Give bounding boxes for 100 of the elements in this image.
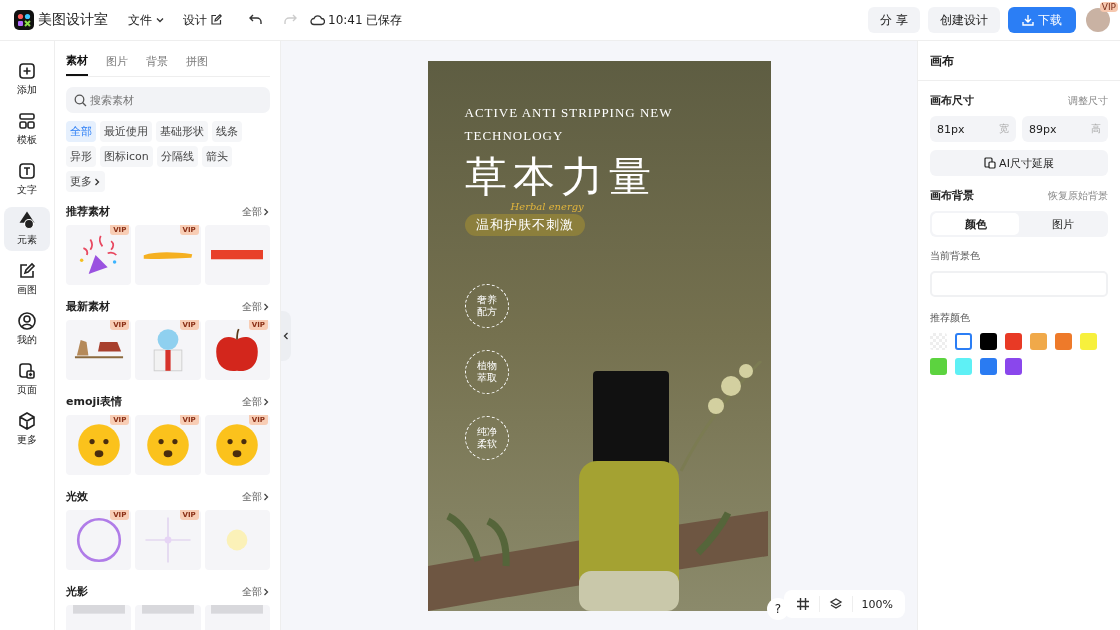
- script-text: Herbal energy: [510, 201, 585, 212]
- grid-icon[interactable]: [795, 597, 810, 611]
- restore-link[interactable]: 恢复原始背景: [1048, 188, 1108, 203]
- sparkle-drawing: [142, 514, 194, 566]
- poster-canvas[interactable]: ACTIVE ANTI STRIPPING NEW TECHNOLOGY 草本力量 Herbal energy 温和护肤不刺激 奢养 配方 植物 萃取 纯净 柔软: [427, 61, 771, 611]
- chevron-right-icon: [262, 206, 270, 217]
- view-all-link[interactable]: 全部: [242, 584, 270, 599]
- download-button[interactable]: 下载: [1008, 7, 1076, 33]
- stroke-drawing: [142, 249, 194, 261]
- poster-tagline: ACTIVE ANTI STRIPPING NEW TECHNOLOGY: [464, 104, 674, 145]
- plus-square-icon: [17, 61, 37, 81]
- section-title: 光影: [66, 584, 88, 599]
- cloud-icon: [310, 14, 325, 26]
- filter-chip[interactable]: 线条: [212, 121, 242, 142]
- color-swatch[interactable]: [1030, 333, 1047, 350]
- color-swatch[interactable]: [980, 333, 997, 350]
- collapse-handle[interactable]: [281, 311, 291, 361]
- chevron-right-icon: [93, 176, 101, 187]
- filter-chip[interactable]: 异形: [66, 146, 96, 167]
- search-icon: [74, 94, 87, 107]
- color-swatch[interactable]: [1005, 333, 1022, 350]
- color-swatch[interactable]: [1005, 358, 1022, 375]
- section-title: 最新素材: [66, 299, 110, 314]
- chevron-left-icon: [282, 331, 290, 341]
- ai-resize-button[interactable]: AI尺寸延展: [930, 150, 1108, 176]
- segment-tab[interactable]: 图片: [1019, 213, 1106, 235]
- width-field[interactable]: 81px 宽: [930, 116, 1016, 142]
- poster-pill: 温和护肤不刺激: [464, 214, 585, 236]
- chevron-right-icon: [262, 396, 270, 407]
- sidebar-item[interactable]: 添加: [4, 57, 50, 101]
- panel-tab[interactable]: 背景: [146, 49, 168, 76]
- panel-tab[interactable]: 素材: [66, 49, 88, 76]
- chevron-right-icon: [262, 301, 270, 312]
- asset-thumbnail[interactable]: [204, 225, 270, 285]
- chevron-down-icon: [155, 15, 165, 25]
- color-swatch[interactable]: [955, 358, 972, 375]
- vip-badge: VIP: [1099, 2, 1118, 12]
- search-field[interactable]: 搜索素材: [66, 87, 270, 113]
- user-icon: [17, 311, 37, 331]
- view-all-link[interactable]: 全部: [242, 489, 270, 504]
- save-status: 10:41 已保存: [328, 11, 403, 29]
- sidebar-item[interactable]: 更多: [4, 407, 50, 451]
- asset-thumbnail[interactable]: [204, 510, 270, 570]
- section-title: 光效: [66, 489, 88, 504]
- field-label: 当前背景色: [930, 249, 981, 263]
- poster-headline: 草本力量: [464, 151, 658, 203]
- height-field[interactable]: 89px 高: [1022, 116, 1108, 142]
- bar-drawing: [211, 250, 264, 260]
- sidebar-item[interactable]: 模板: [4, 107, 50, 151]
- text-icon: [17, 161, 37, 181]
- menu-button[interactable]: 文件: [128, 11, 165, 29]
- panel-tab[interactable]: 图片: [106, 49, 128, 76]
- layout-icon: [17, 111, 37, 131]
- menu-button[interactable]: 设计: [183, 11, 222, 29]
- filter-chip[interactable]: 最近使用: [100, 121, 152, 142]
- app-name: 美图设计室: [38, 11, 108, 29]
- resize-icon: [984, 157, 997, 169]
- panel-title: 画布: [918, 41, 1120, 81]
- shapes-icon: [17, 211, 37, 231]
- more-chip[interactable]: 更多: [66, 171, 105, 192]
- chevron-right-icon: [262, 586, 270, 597]
- download-icon: [1022, 14, 1034, 26]
- zoom-level[interactable]: 100%: [861, 597, 893, 611]
- section-title: 推荐素材: [66, 204, 110, 219]
- draw-icon: [17, 261, 37, 281]
- sidebar-item[interactable]: 文字: [4, 157, 50, 201]
- app-logo-icon: [14, 10, 34, 30]
- sidebar-item[interactable]: 页面: [4, 357, 50, 401]
- filter-chip[interactable]: 分隔线: [156, 146, 198, 167]
- sidebar-item[interactable]: 画图: [4, 257, 50, 301]
- shadow-drawing: [72, 605, 125, 614]
- shadow-drawing: [142, 605, 194, 614]
- view-all-link[interactable]: 全部: [242, 394, 270, 409]
- filter-chip[interactable]: 箭头: [201, 146, 232, 167]
- field-label: 推荐颜色: [930, 311, 971, 325]
- sidebar-item[interactable]: 元素: [4, 207, 50, 251]
- section-title: emoji表情: [66, 394, 123, 409]
- color-swatch[interactable]: [1080, 333, 1097, 350]
- chevron-right-icon: [262, 491, 270, 502]
- panel-tab[interactable]: 拼图: [186, 49, 208, 76]
- shadow-drawing: [211, 605, 264, 614]
- filter-chip[interactable]: 全部: [66, 121, 96, 142]
- filter-chip[interactable]: 基础形状: [156, 121, 208, 142]
- cube-icon: [17, 411, 37, 431]
- page-add-icon: [17, 361, 37, 381]
- resize-link[interactable]: 调整尺寸: [1068, 93, 1108, 108]
- view-all-link[interactable]: 全部: [242, 299, 270, 314]
- toolbar-button[interactable]: 创建设计: [928, 7, 1000, 33]
- view-all-link[interactable]: 全部: [242, 204, 270, 219]
- color-swatch[interactable]: [955, 333, 972, 350]
- color-swatch[interactable]: [1055, 333, 1072, 350]
- segment-tab[interactable]: 颜色: [932, 213, 1019, 235]
- color-swatch[interactable]: [980, 358, 997, 375]
- avatar[interactable]: [1086, 8, 1110, 32]
- toolbar-button[interactable]: 分 享: [868, 7, 920, 33]
- filter-chip[interactable]: 图标icon: [100, 146, 153, 167]
- sidebar-item[interactable]: 我的: [4, 307, 50, 351]
- sleigh-drawing: [72, 340, 125, 360]
- layers-icon[interactable]: [828, 597, 843, 611]
- color-swatch[interactable]: [930, 358, 947, 375]
